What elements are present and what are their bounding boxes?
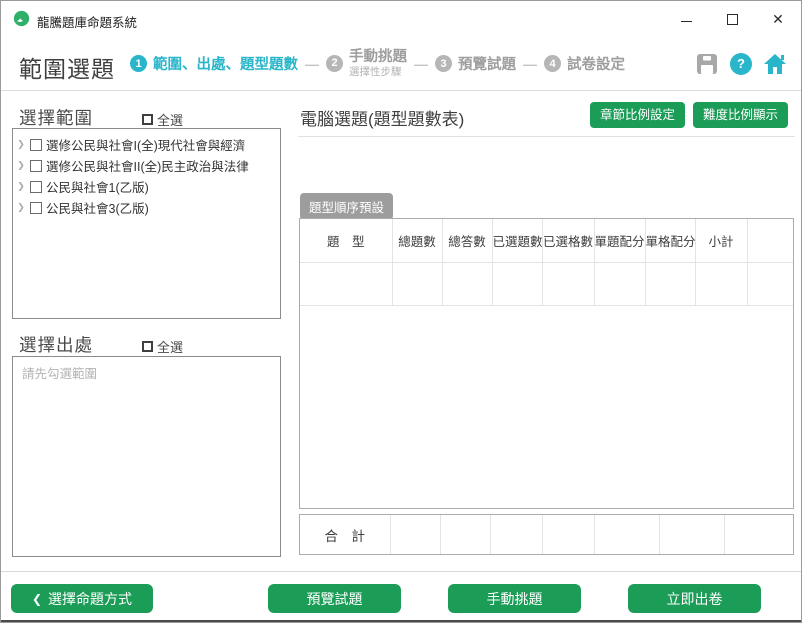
col-total-answers: 總答數 [441,219,493,263]
total-table: 合 計 [300,515,793,554]
chevron-right-icon[interactable]: ❯ [16,181,26,192]
window-controls: ✕ [663,1,801,37]
back-button-label: 選擇命題方式 [48,590,133,607]
back-to-method-button[interactable]: ❮ 選擇命題方式 [11,584,153,613]
step-2-number: 2 [326,54,343,72]
titlebar: 龍騰題庫命題系統 ✕ [1,1,801,37]
tree-item[interactable]: ❯ 選修公民與社會II(全)民主政治與法律 [16,155,278,176]
wizard-steps: 1 範圍、出處、題型題數 — 2 手動挑題 選擇性步驟 — 3 預覽試題 — 4… [130,37,625,90]
col-points-per-question: 單題配分 [593,219,646,263]
range-select-all: 全選 [142,110,183,129]
col-selected-questions: 已選題數 [491,219,543,263]
step-dash: — [305,55,319,72]
range-tree-panel: ❯ 選修公民與社會I(全)現代社會與經濟 ❯ 選修公民與社會II(全)民主政治與… [12,128,281,319]
help-icon[interactable]: ? [730,52,752,75]
col-total-questions: 總題數 [391,219,443,263]
step-dash: — [414,55,428,72]
source-list-panel: 請先勾選範圍 [12,356,281,557]
minimize-icon[interactable] [663,1,709,37]
col-extra [746,219,793,263]
chevron-right-icon[interactable]: ❯ [16,202,26,213]
range-select-all-checkbox[interactable] [142,114,153,125]
main-divider [298,136,795,137]
question-type-table: 題 型 總題數 總答數 已選題數 已選格數 單題配分 單格配分 小計 [300,219,793,306]
step-2-subtitle: 選擇性步驟 [349,65,402,78]
tree-item[interactable]: ❯ 公民與社會1(乙版) [16,176,278,197]
total-row: 合 計 [300,515,793,554]
col-subtotal: 小計 [694,219,748,263]
col-selected-cells: 已選格數 [541,219,595,263]
step-3-preview[interactable]: 3 預覽試題 [435,53,516,74]
step-4-label: 試卷設定 [567,57,625,73]
back-arrow-icon: ❮ [31,591,43,606]
maximize-icon[interactable] [709,1,755,37]
chevron-right-icon[interactable]: ❯ [16,139,26,150]
page-title: 範圍選題 [19,56,115,82]
question-type-table-panel: 題 型 總題數 總答數 已選題數 已選格數 單題配分 單格配分 小計 [299,218,794,509]
tree-item-label: 公民與社會1(乙版) [46,181,149,195]
tree-item-checkbox[interactable] [30,159,42,172]
difficulty-ratio-button[interactable]: 難度比例顯示 [692,102,788,128]
tree-item[interactable]: ❯ 公民與社會3(乙版) [16,197,278,218]
step-4-number: 4 [544,55,561,72]
tree-item-label: 選修公民與社會I(全)現代社會與經濟 [46,139,246,153]
col-points-per-cell: 單格配分 [644,219,696,263]
header-icons: ? [695,37,787,90]
source-select-all: 全選 [142,337,183,356]
window-bottom-edge [1,620,801,622]
generate-paper-button[interactable]: 立即出卷 [628,584,761,613]
manual-pick-button[interactable]: 手動挑題 [448,584,581,613]
range-tree: ❯ 選修公民與社會I(全)現代社會與經濟 ❯ 選修公民與社會II(全)民主政治與… [13,129,280,218]
source-panel-title: 選擇出處 [19,335,93,355]
step-3-number: 3 [435,55,452,72]
computer-selection-title: 電腦選題(題型題數表) [300,110,465,129]
step-dash: — [523,55,537,72]
app-title: 龍騰題庫命題系統 [37,16,138,30]
tree-item-label: 公民與社會3(乙版) [46,202,149,216]
step-1-number: 1 [130,55,147,72]
app-logo-icon [13,10,30,27]
close-icon[interactable]: ✕ [755,1,801,37]
step-2-manual-pick[interactable]: 2 手動挑題 選擇性步驟 [326,49,407,78]
bottom-divider [1,571,801,572]
chevron-right-icon[interactable]: ❯ [16,160,26,171]
home-icon[interactable] [763,53,787,75]
tree-item-checkbox[interactable] [30,138,42,151]
header: 範圍選題 1 範圍、出處、題型題數 — 2 手動挑題 選擇性步驟 — 3 預覽試… [1,37,801,91]
question-type-order-tag[interactable]: 題型順序預設 [300,193,394,220]
total-row-panel: 合 計 [299,514,794,555]
table-header-row: 題 型 總題數 總答數 已選題數 已選格數 單題配分 單格配分 小計 [300,219,793,263]
step-1-range[interactable]: 1 範圍、出處、題型題數 [130,53,298,74]
tree-item-label: 選修公民與社會II(全)民主政治與法律 [46,160,249,174]
app-window: 龍騰題庫命題系統 ✕ 範圍選題 1 範圍、出處、題型題數 — 2 手動挑題 選擇… [0,0,802,623]
tree-item-checkbox[interactable] [30,201,42,214]
save-icon[interactable] [695,52,719,76]
col-question-type: 題 型 [300,219,393,263]
preview-questions-button[interactable]: 預覽試題 [268,584,401,613]
step-1-label: 範圍、出處、題型題數 [153,57,298,73]
table-empty-row [300,261,793,306]
step-3-label: 預覽試題 [458,57,516,73]
source-placeholder-text: 請先勾選範圍 [22,367,98,381]
chapter-ratio-button[interactable]: 章節比例設定 [589,102,685,128]
range-panel-title: 選擇範圍 [19,108,93,128]
source-select-all-label: 全選 [157,340,184,355]
ratio-buttons: 章節比例設定 難度比例顯示 [589,102,788,128]
tree-item[interactable]: ❯ 選修公民與社會I(全)現代社會與經濟 [16,134,278,155]
total-label: 合 計 [300,515,391,554]
range-select-all-label: 全選 [157,113,184,128]
step-4-paper-settings[interactable]: 4 試卷設定 [544,53,625,74]
step-2-label: 手動挑題 [349,49,407,66]
tree-item-checkbox[interactable] [30,180,42,193]
source-select-all-checkbox[interactable] [142,341,153,352]
